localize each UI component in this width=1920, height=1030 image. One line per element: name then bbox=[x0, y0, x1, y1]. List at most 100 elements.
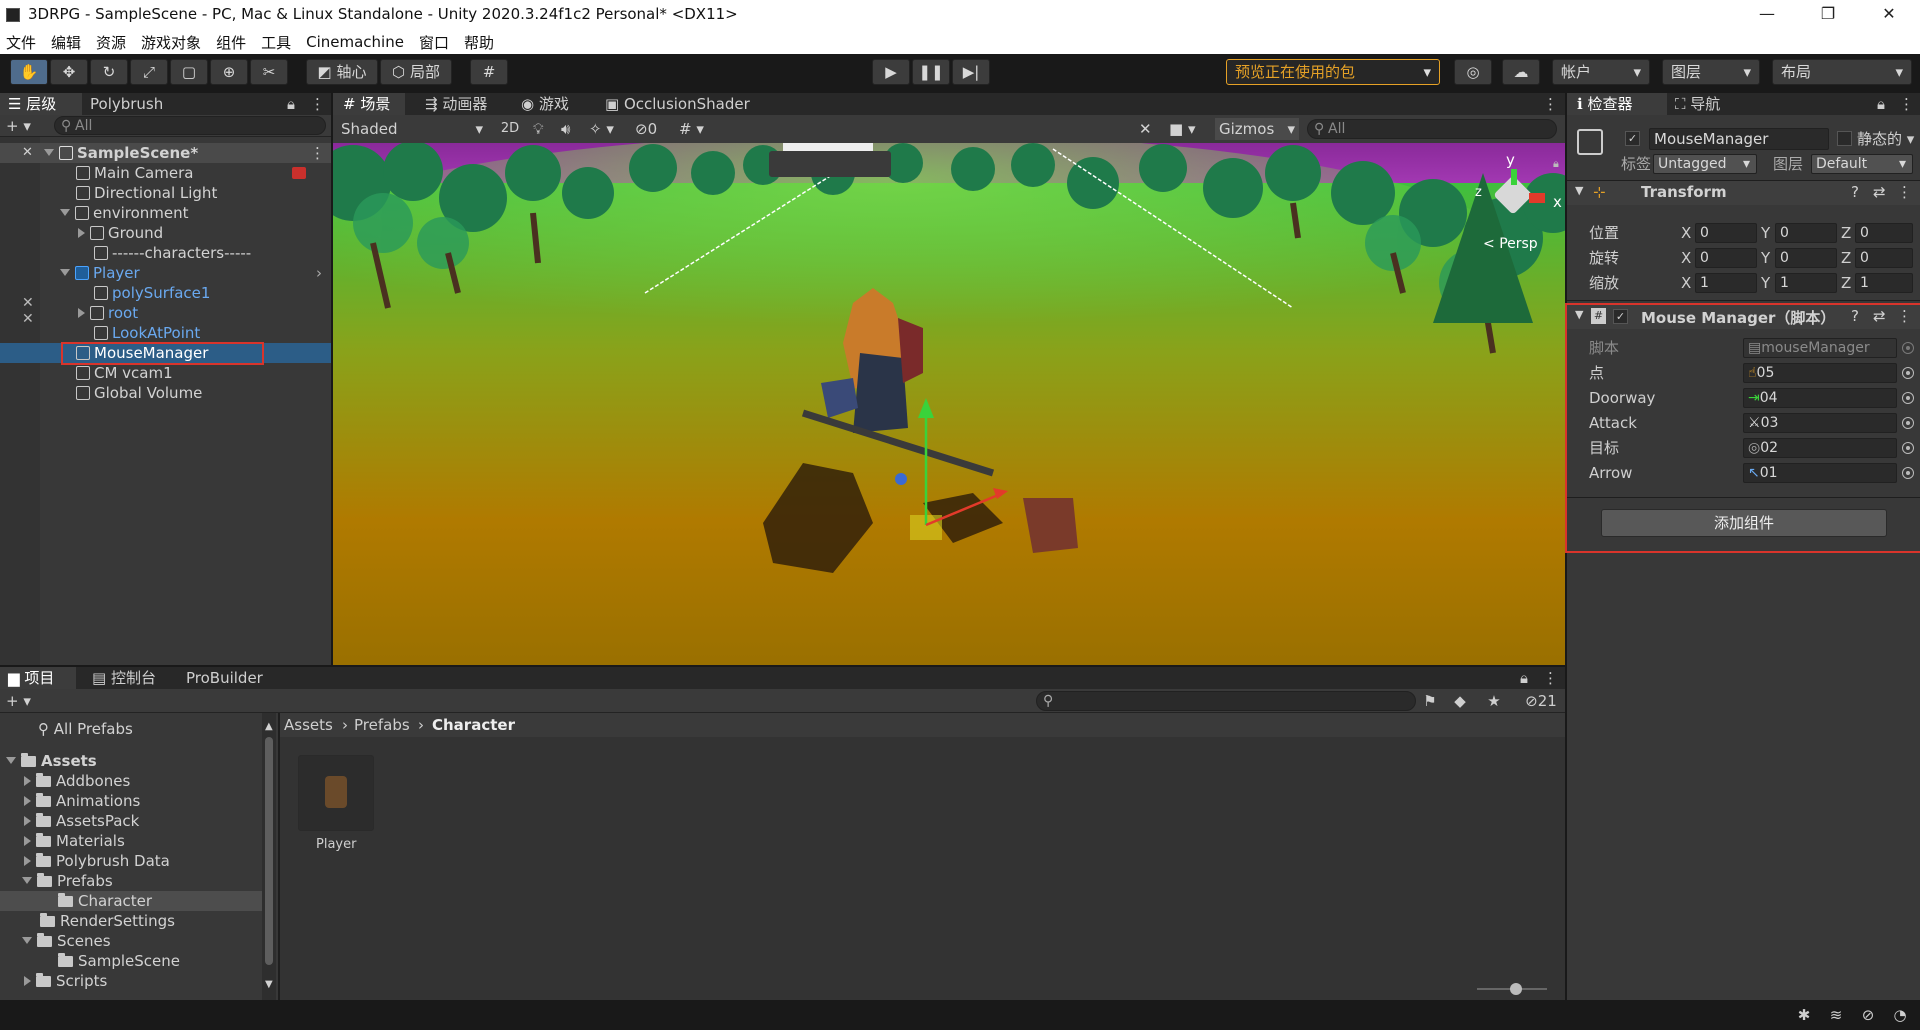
pause-button[interactable]: ❚❚ bbox=[912, 59, 950, 85]
scene-menu-icon[interactable]: ⋮ bbox=[310, 143, 325, 163]
tab-scene[interactable]: # 场景 bbox=[333, 93, 405, 115]
preset-icon[interactable]: ⇄ bbox=[1873, 307, 1886, 325]
tab-project[interactable]: ▆ 项目 bbox=[0, 667, 76, 689]
menu-component[interactable]: 组件 bbox=[216, 32, 246, 53]
minimize-button[interactable]: — bbox=[1744, 0, 1790, 30]
search-by-label-icon[interactable]: ◆ bbox=[1450, 691, 1470, 711]
component-menu-icon[interactable]: ⋮ bbox=[1897, 307, 1912, 325]
grid-toggle-icon[interactable]: # ▾ bbox=[679, 118, 719, 140]
object-picker-icon[interactable] bbox=[1902, 442, 1914, 454]
collab-icon[interactable]: ◎ bbox=[1454, 59, 1492, 85]
hierarchy-item-player[interactable]: Player bbox=[60, 263, 140, 283]
help-icon[interactable]: ? bbox=[1851, 183, 1859, 201]
asset-thumbnail-player[interactable] bbox=[298, 755, 374, 831]
scene-search-input[interactable]: ⚲ All bbox=[1307, 119, 1557, 139]
scene-viewport[interactable]: y x z 🔒︎ < Persp bbox=[333, 143, 1565, 665]
asset-label-player[interactable]: Player bbox=[316, 835, 356, 855]
lock-icon[interactable]: 🔒︎ bbox=[287, 93, 301, 115]
menu-tools[interactable]: 工具 bbox=[261, 32, 291, 53]
hierarchy-item-environment[interactable]: environment bbox=[60, 203, 189, 223]
position-x-input[interactable]: 0 bbox=[1695, 223, 1757, 243]
pickability-icon[interactable]: ✕ bbox=[22, 311, 34, 327]
position-z-input[interactable]: 0 bbox=[1855, 223, 1913, 243]
tree-item-addbones[interactable]: Addbones bbox=[24, 771, 130, 791]
more-options-icon[interactable]: ⋮ bbox=[1899, 93, 1914, 115]
grid-snap-icon[interactable]: # bbox=[470, 59, 508, 85]
rotation-y-input[interactable]: 0 bbox=[1775, 248, 1837, 268]
component-enabled-checkbox[interactable]: ✓ bbox=[1613, 309, 1628, 324]
tab-console[interactable]: ▤ 控制台 bbox=[92, 667, 182, 689]
rotate-tool-icon[interactable]: ↻ bbox=[90, 59, 128, 85]
scene-orientation-gizmo[interactable]: y x z 🔒︎ < Persp bbox=[1461, 151, 1562, 253]
pivot-toggle[interactable]: ◩ 轴心 bbox=[306, 59, 378, 85]
tree-scrollbar[interactable]: ▲ ▼ bbox=[262, 713, 276, 1000]
point-texture-field[interactable]: ☝05 bbox=[1743, 363, 1897, 383]
tab-polybrush[interactable]: Polybrush bbox=[90, 93, 190, 115]
move-tool-icon[interactable]: ✥ bbox=[50, 59, 88, 85]
menu-edit[interactable]: 编辑 bbox=[51, 32, 81, 53]
all-prefabs-filter[interactable]: ⚲ All Prefabs bbox=[38, 719, 133, 739]
visibility-icon[interactable]: ✕ bbox=[22, 295, 34, 311]
hierarchy-item-polysurface1[interactable]: polySurface1 bbox=[94, 283, 210, 303]
layout-dropdown[interactable]: 布局 ▾ bbox=[1772, 59, 1912, 85]
tab-inspector[interactable]: ℹ 检查器 bbox=[1567, 93, 1667, 115]
tree-item-animations[interactable]: Animations bbox=[24, 791, 140, 811]
object-picker-icon[interactable] bbox=[1902, 392, 1914, 404]
tree-item-samplescene[interactable]: SampleScene bbox=[58, 951, 180, 971]
shading-mode-dropdown[interactable]: Shaded ▾ bbox=[337, 118, 487, 140]
object-picker-icon[interactable] bbox=[1902, 467, 1914, 479]
tools-icon[interactable]: ✕ bbox=[1139, 118, 1161, 140]
scale-tool-icon[interactable]: ⤢ bbox=[130, 59, 168, 85]
create-button[interactable]: + ▾ bbox=[6, 115, 31, 137]
hierarchy-item-characters-separator[interactable]: ------characters----- bbox=[94, 243, 251, 263]
rotation-x-input[interactable]: 0 bbox=[1695, 248, 1757, 268]
tab-hierarchy[interactable]: ☰ 层级 bbox=[0, 93, 82, 115]
cloud-icon[interactable]: ☁ bbox=[1502, 59, 1540, 85]
tab-probuilder[interactable]: ProBuilder bbox=[186, 667, 286, 689]
menu-window[interactable]: 窗口 bbox=[419, 32, 449, 53]
tree-item-assets[interactable]: Assets bbox=[6, 751, 97, 771]
search-by-type-icon[interactable]: ⚑ bbox=[1420, 691, 1440, 711]
mouse-manager-header[interactable]: ▼ # ✓ Mouse Manager（脚本） ? ⇄ ⋮ bbox=[1567, 305, 1920, 329]
scale-z-input[interactable]: 1 bbox=[1855, 273, 1913, 293]
position-y-input[interactable]: 0 bbox=[1775, 223, 1837, 243]
scroll-up-icon[interactable]: ▲ bbox=[265, 721, 273, 732]
rotation-z-input[interactable]: 0 bbox=[1855, 248, 1913, 268]
layer-dropdown[interactable]: Default ▾ bbox=[1811, 154, 1913, 174]
favorite-star-icon[interactable]: ★ bbox=[1484, 691, 1504, 711]
maximize-button[interactable]: ❐ bbox=[1805, 0, 1851, 30]
breadcrumb-character[interactable]: Character bbox=[432, 715, 515, 735]
help-icon[interactable]: ? bbox=[1851, 307, 1859, 325]
gizmo-lock-icon[interactable]: 🔒︎ bbox=[1553, 157, 1559, 171]
menu-cinemachine[interactable]: Cinemachine bbox=[306, 33, 404, 51]
scale-y-input[interactable]: 1 bbox=[1775, 273, 1837, 293]
object-picker-icon[interactable] bbox=[1902, 367, 1914, 379]
hierarchy-item-ground[interactable]: Ground bbox=[78, 223, 163, 243]
static-label[interactable]: 静态的 ▾ bbox=[1857, 129, 1914, 149]
layers-dropdown[interactable]: 图层 ▾ bbox=[1662, 59, 1760, 85]
transform-header[interactable]: ▼ ⊹ Transform ? ⇄ ⋮ bbox=[1567, 181, 1920, 205]
more-options-icon[interactable]: ⋮ bbox=[1543, 93, 1558, 115]
lighting-toggle-icon[interactable]: 💡︎ bbox=[533, 118, 555, 140]
rect-tool-icon[interactable]: ▢ bbox=[170, 59, 208, 85]
hierarchy-item-global-volume[interactable]: Global Volume bbox=[76, 383, 202, 403]
scene-header-row[interactable]: ✕ SampleScene* ⋮ bbox=[0, 143, 331, 163]
transform-tool-icon[interactable]: ⊕ bbox=[210, 59, 248, 85]
hierarchy-item-lookatpoint[interactable]: LookAtPoint bbox=[94, 323, 200, 343]
breadcrumb-prefabs[interactable]: Prefabs bbox=[354, 715, 410, 735]
menu-help[interactable]: 帮助 bbox=[464, 32, 494, 53]
custom-tool-icon[interactable]: ✂ bbox=[250, 59, 288, 85]
progress-icon[interactable]: ◔ bbox=[1890, 1005, 1910, 1025]
menu-assets[interactable]: 资源 bbox=[96, 32, 126, 53]
tab-navigation[interactable]: ⛶ 导航 bbox=[1675, 93, 1755, 115]
tree-item-prefabs[interactable]: Prefabs bbox=[22, 871, 113, 891]
tab-game[interactable]: ◉ 游戏 bbox=[521, 93, 591, 115]
preset-icon[interactable]: ⇄ bbox=[1873, 183, 1886, 201]
effects-toggle-icon[interactable]: ✧ ▾ bbox=[589, 118, 629, 140]
attack-texture-field[interactable]: ⚔03 bbox=[1743, 413, 1897, 433]
tree-item-polybrush-data[interactable]: Polybrush Data bbox=[24, 851, 170, 871]
tab-occlusion-shader[interactable]: ▣ OcclusionShader bbox=[605, 93, 765, 115]
static-checkbox[interactable] bbox=[1837, 131, 1852, 146]
object-picker-icon[interactable] bbox=[1902, 417, 1914, 429]
hierarchy-search-input[interactable]: ⚲ All bbox=[54, 116, 326, 135]
